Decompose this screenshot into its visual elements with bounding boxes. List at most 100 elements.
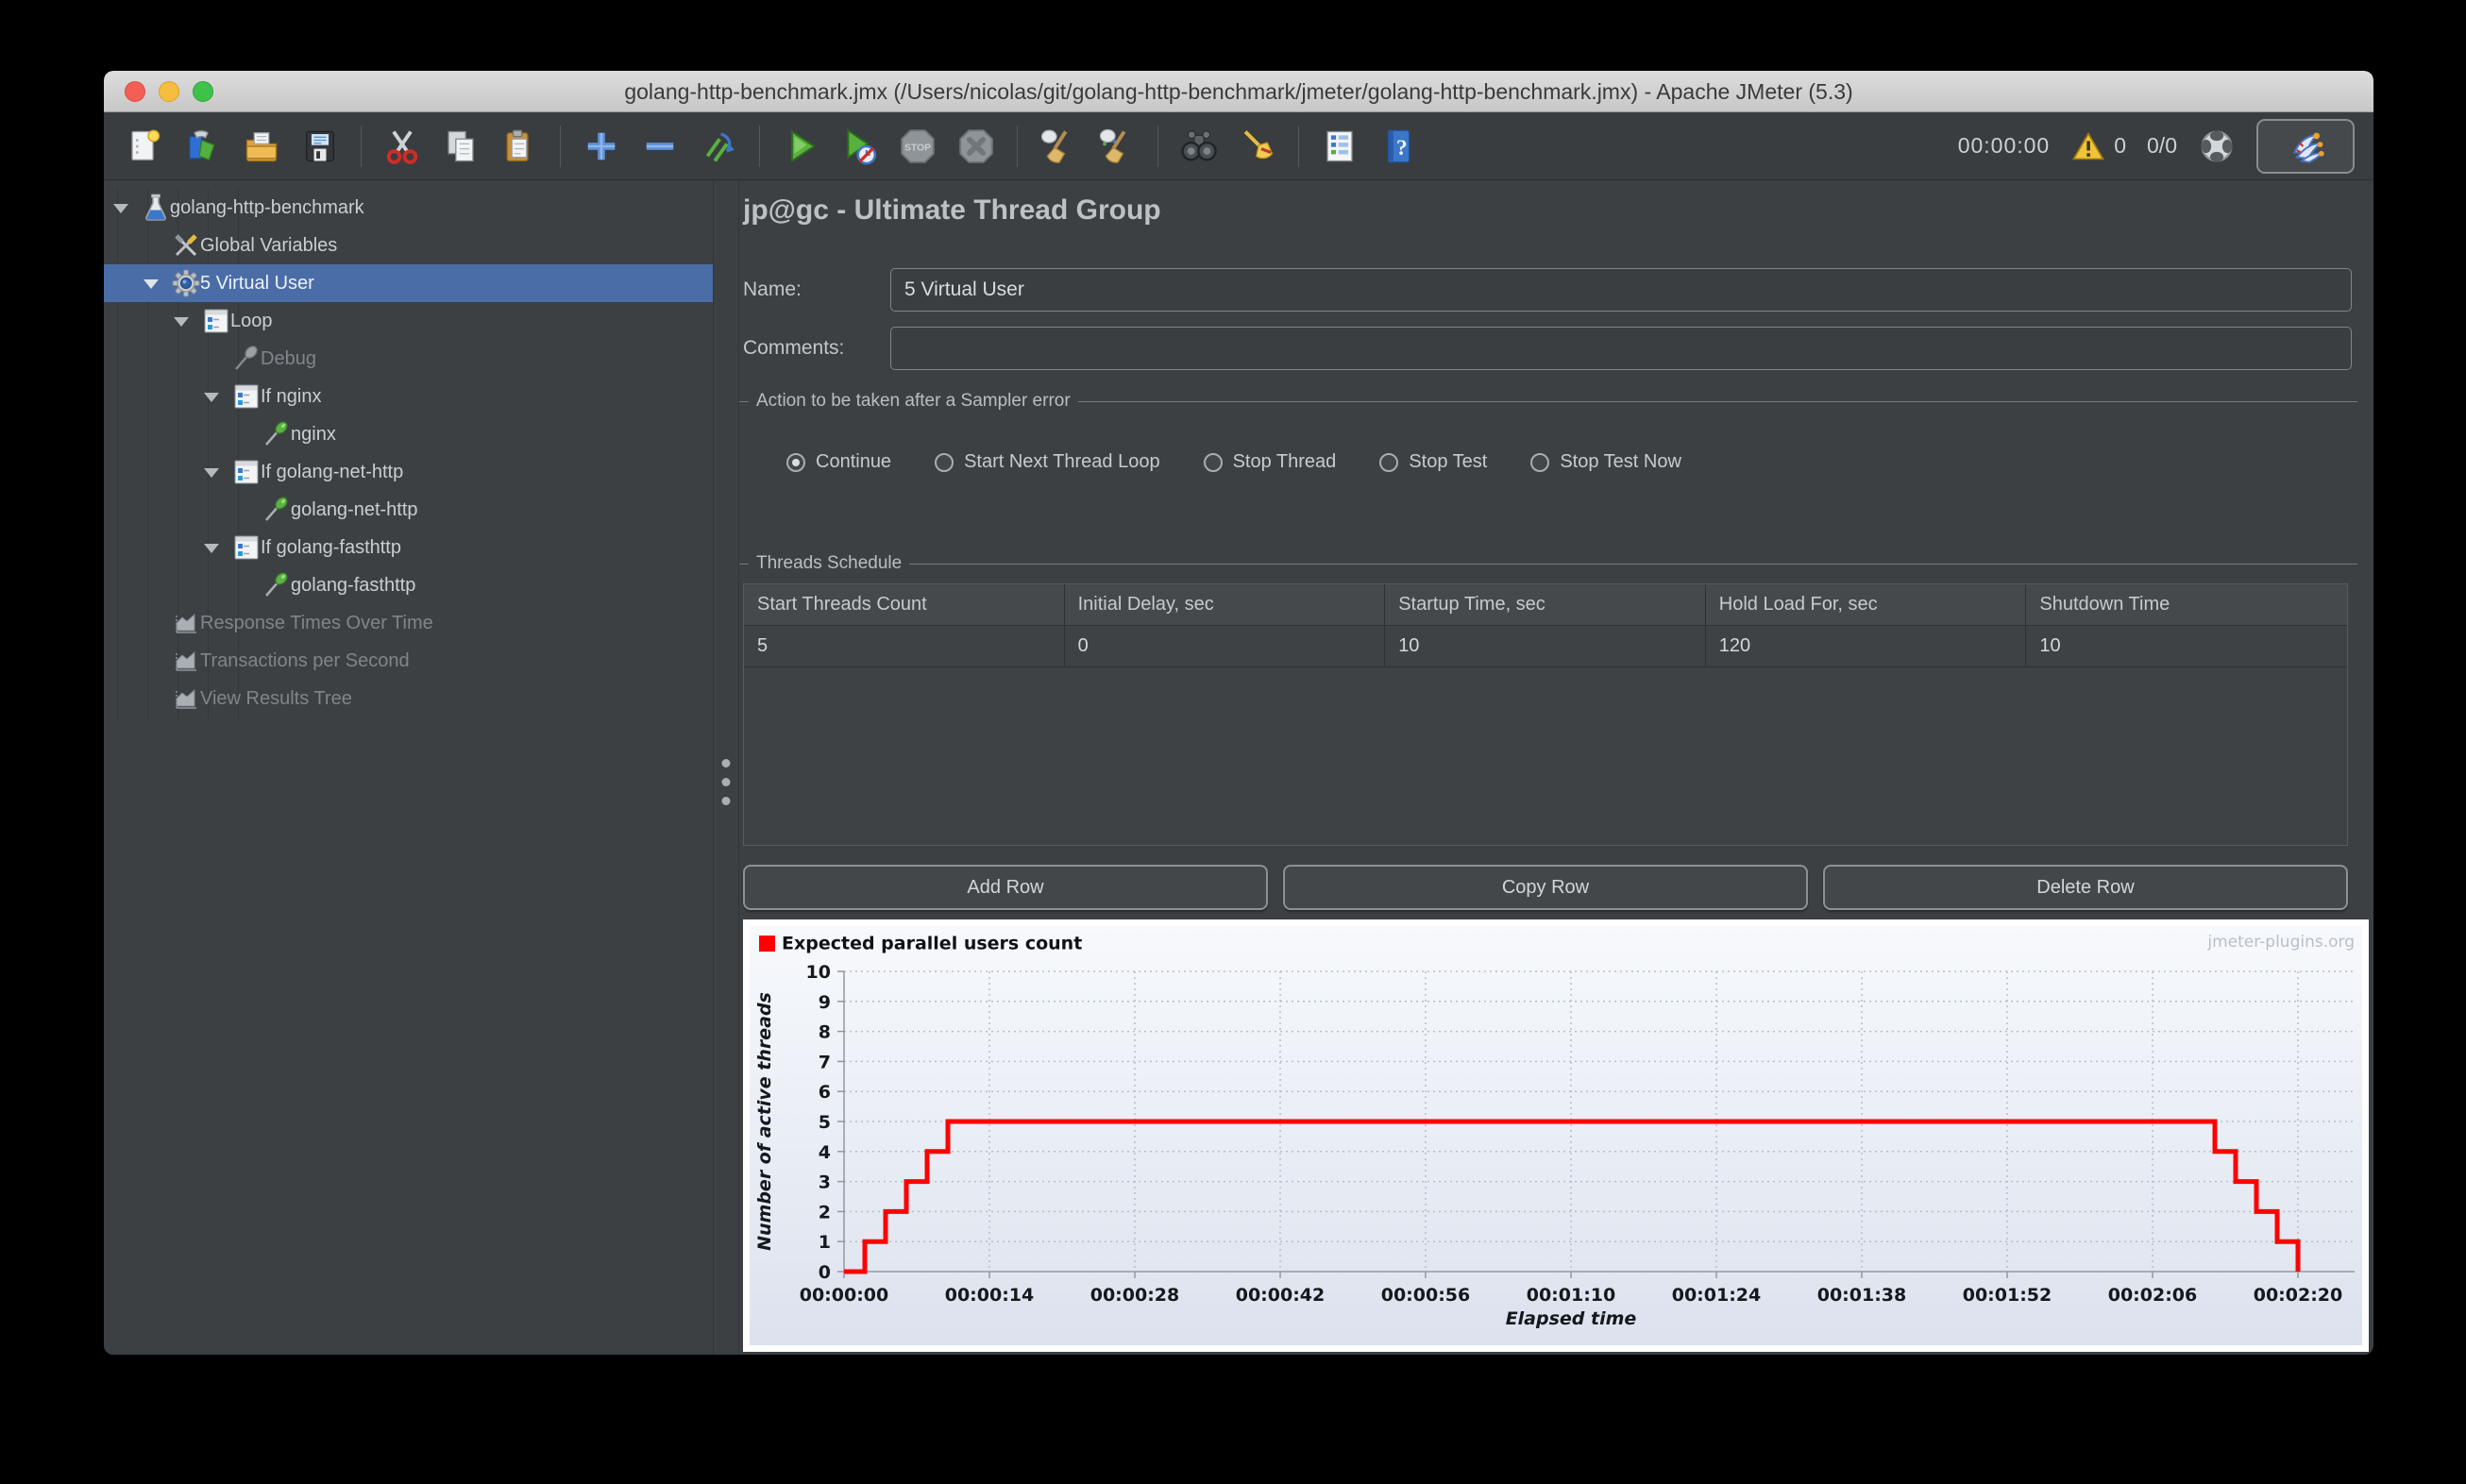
tree-item-global-variables[interactable]: Global Variables (104, 227, 713, 264)
radio-stop-thread[interactable]: Stop Thread (1203, 451, 1336, 473)
tree-item-label: Loop (230, 311, 273, 331)
tree-item-label: If golang-net-http (261, 462, 404, 482)
tree-item-nginx[interactable]: nginx (104, 415, 713, 453)
new-file-icon (124, 126, 165, 167)
tree-item-label: golang-http-benchmark (170, 197, 364, 218)
tree-item-view-results-tree[interactable]: View Results Tree (104, 680, 713, 717)
svg-text:00:02:20: 00:02:20 (2254, 1285, 2343, 1306)
radio-continue[interactable]: Continue (786, 451, 891, 473)
column-header-hold-load-for-sec: Hold Load For, sec (1705, 584, 2027, 626)
tree-item-debug[interactable]: Debug (104, 340, 713, 378)
svg-text:00:00:14: 00:00:14 (945, 1285, 1035, 1306)
search-button[interactable] (1172, 119, 1226, 174)
radio-circle-icon[interactable] (935, 452, 954, 472)
listener-icon (170, 645, 202, 677)
radio-stop-test[interactable]: Stop Test (1379, 451, 1487, 473)
schedule-cell[interactable]: 120 (1705, 626, 2027, 667)
log-errors-indicator[interactable]: 0 (2070, 128, 2126, 164)
tree-item-transactions-per-second[interactable]: Transactions per Second (104, 642, 713, 680)
ultimate-thread-group-panel: jp@gc - Ultimate Thread Group Name: Comm… (739, 181, 2373, 1355)
minimize-window-button[interactable] (159, 81, 179, 102)
cut-button[interactable] (375, 119, 430, 174)
tree-item-if-golang-fasthttp[interactable]: If golang-fasthttp (104, 529, 713, 566)
copy-button[interactable] (433, 119, 488, 174)
radio-label: Stop Test (1409, 451, 1488, 472)
tree-item-if-nginx[interactable]: If nginx (104, 378, 713, 415)
jmeter-logo-icon (2292, 132, 2324, 163)
tree-item-label: If golang-fasthttp (261, 537, 401, 558)
expand-arrow-icon[interactable] (204, 468, 219, 478)
open-file-button[interactable] (234, 119, 289, 174)
remove-button[interactable] (633, 119, 687, 174)
search-reset-icon (1237, 126, 1278, 167)
cut-icon (381, 126, 423, 167)
tree-item-5-virtual-user[interactable]: 5 Virtual User (104, 264, 713, 302)
expand-arrow-icon[interactable] (144, 279, 159, 289)
expand-arrow-icon[interactable] (204, 544, 219, 553)
tree-item-golang-http-benchmark[interactable]: golang-http-benchmark (104, 189, 713, 227)
toggle-toolbar-button[interactable] (2256, 118, 2355, 174)
tree-item-golang-net-http[interactable]: golang-net-http (104, 491, 713, 529)
svg-text:0: 0 (819, 1262, 831, 1283)
add-button[interactable] (574, 119, 629, 174)
expand-arrow-icon[interactable] (174, 317, 189, 327)
schedule-cell[interactable]: 10 (1385, 626, 1706, 667)
paste-icon (498, 126, 540, 167)
templates-button[interactable] (176, 119, 230, 174)
open-file-icon (241, 126, 282, 167)
svg-text:10: 10 (806, 962, 831, 983)
toolbar-separator (560, 125, 561, 167)
close-window-button[interactable] (125, 81, 145, 102)
tree-item-if-golang-net-http[interactable]: If golang-net-http (104, 453, 713, 491)
comments-input[interactable] (890, 327, 2352, 370)
reset-button[interactable] (691, 119, 746, 174)
radio-circle-icon[interactable] (786, 452, 805, 472)
svg-text:3: 3 (819, 1172, 831, 1193)
schedule-cell[interactable]: 0 (1064, 626, 1386, 667)
search-reset-button[interactable] (1230, 119, 1285, 174)
paste-button[interactable] (492, 119, 547, 174)
schedule-row: 5 0 10 120 10 (744, 626, 2347, 667)
clear-all-button[interactable] (1089, 119, 1144, 174)
schedule-cell[interactable]: 10 (2026, 626, 2347, 667)
radio-start-next-thread-loop[interactable]: Start Next Thread Loop (935, 451, 1160, 473)
new-file-button[interactable] (117, 119, 172, 174)
controller-icon (230, 456, 262, 488)
function-helper-button[interactable] (1312, 119, 1367, 174)
schedule-cell[interactable]: 5 (744, 626, 1065, 667)
expand-arrow-icon[interactable] (204, 393, 219, 402)
clear-button[interactable] (1031, 119, 1086, 174)
warning-icon (2072, 131, 2105, 160)
tree-item-label: Transactions per Second (200, 650, 410, 671)
shutdown-button[interactable] (949, 119, 1004, 174)
radio-circle-icon[interactable] (1530, 452, 1550, 472)
panel-splitter[interactable] (713, 181, 739, 1355)
tree-item-golang-fasthttp[interactable]: golang-fasthttp (104, 566, 713, 604)
radio-circle-icon[interactable] (1203, 452, 1223, 472)
stop-button[interactable]: STOP (890, 119, 945, 174)
radio-circle-icon[interactable] (1379, 452, 1399, 472)
threads-schedule-fieldset-title: Threads Schedule (739, 553, 2357, 574)
zoom-window-button[interactable] (193, 81, 213, 102)
expand-arrow-icon[interactable] (113, 204, 128, 213)
tree-item-label: golang-fasthttp (291, 575, 416, 596)
splitter-grip-icon[interactable] (721, 759, 731, 805)
delete-row-button[interactable]: Delete Row (1823, 865, 2348, 910)
save-button[interactable] (293, 119, 347, 174)
active-threads-count: 0/0 (2147, 133, 2177, 158)
start-no-pauses-button[interactable] (832, 119, 887, 174)
svg-text:00:01:10: 00:01:10 (1527, 1285, 1616, 1306)
reset-icon (698, 126, 739, 167)
tree-item-loop[interactable]: Loop (104, 302, 713, 340)
svg-text:00:02:06: 00:02:06 (2108, 1285, 2198, 1306)
column-header-startup-time-sec: Startup Time, sec (1385, 584, 1706, 626)
name-input[interactable] (890, 268, 2352, 312)
tree-rows: golang-http-benchmark Global Variables 5 V… (104, 181, 713, 717)
svg-text:9: 9 (819, 992, 831, 1013)
radio-stop-test-now[interactable]: Stop Test Now (1530, 451, 1681, 473)
start-button[interactable] (773, 119, 828, 174)
add-row-button[interactable]: Add Row (743, 865, 1268, 910)
tree-item-response-times-over-time[interactable]: Response Times Over Time (104, 604, 713, 642)
help-button[interactable]: ? (1371, 119, 1426, 174)
copy-row-button[interactable]: Copy Row (1283, 865, 1808, 910)
